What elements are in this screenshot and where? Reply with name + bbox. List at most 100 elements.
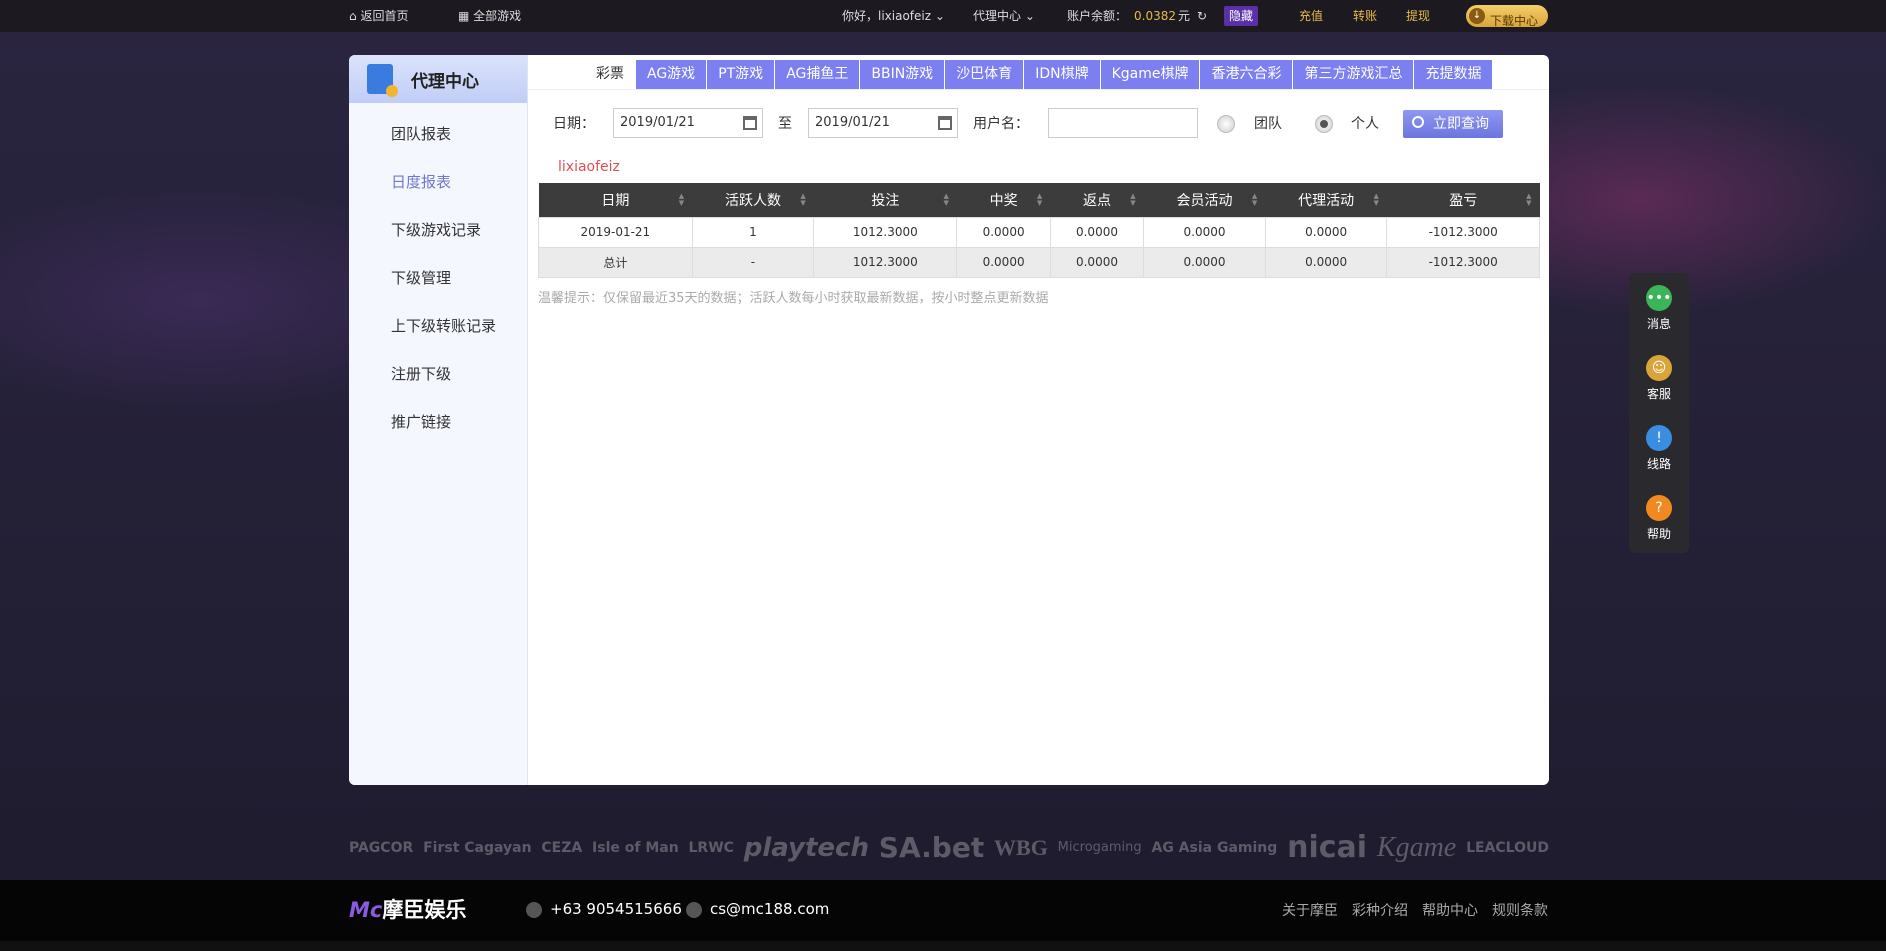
team-radio[interactable] [1217, 115, 1235, 133]
column-header-agent-activity[interactable]: 代理活动 ▲ ▼ [1265, 183, 1387, 217]
help-icon: ? [1646, 495, 1672, 521]
calendar-icon[interactable] [743, 116, 757, 130]
column-header-win[interactable]: 中奖 ▲ ▼ [956, 183, 1051, 217]
deposit-link[interactable]: 充值 [1299, 0, 1323, 32]
headset-icon: ☺ [1646, 355, 1672, 381]
hide-balance-button[interactable]: 隐藏 [1224, 6, 1259, 26]
end-date-input[interactable]: 2019/01/21 [808, 108, 958, 138]
column-header-date[interactable]: 日期 ▲ ▼ [538, 183, 693, 217]
sort-icon: ▲ ▼ [943, 192, 949, 207]
balance-value: 0.0382 [1134, 9, 1176, 23]
sidebar-item-daily-report[interactable]: 日度报表 [349, 158, 527, 206]
sidebar-header: 代理中心 [349, 55, 527, 103]
refresh-icon[interactable]: ↻ [1197, 0, 1207, 32]
username-label: 用户名： [973, 116, 1029, 132]
mail-icon [686, 902, 702, 918]
partner-logo: Isle of Man [592, 839, 679, 856]
table-total-row: 总计 -1012.3000 0.0000 0.0000 0.0000 0.0000 -101… [538, 246, 1540, 278]
agent-icon [367, 64, 398, 97]
tab-divider [528, 89, 1549, 90]
username-input[interactable] [1048, 108, 1198, 138]
withdraw-link[interactable]: 提现 [1406, 0, 1430, 32]
column-header-bet[interactable]: 投注 ▲ ▼ [813, 183, 957, 217]
sidebar-item-sub-game-records[interactable]: 下级游戏记录 [349, 206, 527, 254]
footer-link-terms[interactable]: 规则条款 [1492, 900, 1548, 920]
column-header-rebate[interactable]: 返点 ▲ ▼ [1050, 183, 1144, 217]
sort-icon: ▲ ▼ [1036, 192, 1043, 207]
tab-third-party-summary[interactable]: 第三方游戏汇总 [1293, 60, 1415, 89]
footer-brand: Mc摩臣娱乐 [349, 898, 467, 922]
footer-email[interactable]: cs@mc188.com [686, 900, 829, 918]
footer-bottom-strip [0, 941, 1886, 951]
partner-logo: AG Asia Gaming [1151, 839, 1278, 856]
tab-deposit-withdraw-data[interactable]: 充提数据 [1414, 60, 1494, 89]
all-games-link[interactable]: ▦ 全部游戏 [458, 0, 521, 32]
sidebar: 代理中心 团队报表 日度报表 下级游戏记录 下级管理 上下级转账记录 注册下级 … [349, 55, 528, 785]
column-header-active-users[interactable]: 活跃人数 ▲ ▼ [692, 183, 814, 217]
chat-icon: ••• [1646, 285, 1672, 311]
partner-logo: First Cagayan [423, 839, 532, 856]
tab-idn[interactable]: IDN棋牌 [1024, 60, 1101, 89]
current-username: lixiaofeiz [558, 159, 620, 175]
sort-icon: ▲ ▼ [1373, 192, 1379, 207]
sort-icon: ▲ ▼ [1526, 192, 1532, 207]
partner-logo: WBG [994, 834, 1048, 860]
footer-links: 关于摩臣 彩种介绍 帮助中心 规则条款 [1282, 900, 1548, 920]
column-header-profit-loss[interactable]: 盈亏 ▲ ▼ [1386, 183, 1540, 217]
sort-icon: ▲ ▼ [800, 192, 806, 207]
personal-label: 个人 [1351, 116, 1379, 132]
partner-logo: Kgame [1376, 831, 1457, 863]
sidebar-item-promo-link[interactable]: 推广链接 [349, 398, 527, 446]
column-header-member-activity[interactable]: 会员活动 ▲ ▼ [1143, 183, 1266, 217]
customer-service-button[interactable]: ☺ 客服 [1629, 343, 1689, 413]
home-link[interactable]: ⌂ 返回首页 [349, 0, 408, 32]
partner-logo: playtech [743, 832, 869, 863]
partner-logo: CEZA [541, 839, 583, 856]
tab-ag-fishing[interactable]: AG捕鱼王 [775, 60, 861, 89]
sidebar-item-register-sub[interactable]: 注册下级 [349, 350, 527, 398]
partner-logo: LEACLOUD [1466, 839, 1549, 856]
sidebar-item-sub-management[interactable]: 下级管理 [349, 254, 527, 302]
query-button[interactable]: 立即查询 [1403, 110, 1503, 138]
download-center-button[interactable]: ↓ 下载中心 [1466, 5, 1549, 28]
partner-logos: PAGCOR First Cagayan CEZA Isle of Man LR… [349, 820, 1549, 875]
tab-ag[interactable]: AG游戏 [636, 60, 708, 89]
daily-report-table: 日期 ▲ ▼ 活跃人数 ▲ ▼ 投注 ▲ ▼ 中奖 ▲ ▼ 返点 ▲ ▼ 会员活动 ▲ ▼ 代理活动 ▲ ▼… [538, 183, 1540, 278]
tab-saba-sports[interactable]: 沙巴体育 [945, 60, 1025, 89]
footer: Mc摩臣娱乐 +63 9054515666 cs@mc188.com 关于摩臣 … [0, 880, 1886, 941]
tab-hk-mark-six[interactable]: 香港六合彩 [1200, 60, 1294, 89]
team-label: 团队 [1254, 116, 1282, 132]
sidebar-item-team-report[interactable]: 团队报表 [349, 110, 527, 158]
agent-panel: 代理中心 团队报表 日度报表 下级游戏记录 下级管理 上下级转账记录 注册下级 … [349, 55, 1549, 785]
tab-pt[interactable]: PT游戏 [707, 60, 776, 89]
help-button[interactable]: ? 帮助 [1629, 483, 1689, 553]
search-icon [1412, 116, 1424, 128]
messages-button[interactable]: ••• 消息 [1629, 273, 1689, 343]
floating-toolbar: ••• 消息 ☺ 客服 ! 线路 ? 帮助 [1629, 273, 1689, 553]
start-date-input[interactable]: 2019/01/21 [613, 108, 763, 138]
hint-text: 温馨提示：仅保留最近35天的数据；活跃人数每小时获取最新数据，按小时整点更新数据 [538, 291, 1049, 306]
calendar-icon[interactable] [938, 116, 952, 130]
sidebar-item-transfer-records[interactable]: 上下级转账记录 [349, 302, 527, 350]
partner-logo: PAGCOR [349, 839, 414, 856]
partner-logo: Microgaming [1057, 840, 1142, 855]
footer-link-lottery-types[interactable]: 彩种介绍 [1352, 900, 1408, 920]
user-menu[interactable]: 你好，lixiaofeiz ⌄ [842, 0, 945, 32]
gauge-icon: ! [1646, 425, 1672, 451]
agent-center-menu[interactable]: 代理中心 ⌄ [973, 0, 1035, 32]
tab-bbin[interactable]: BBIN游戏 [860, 60, 946, 89]
partner-logo: nicai [1287, 830, 1368, 865]
currency: 元 [1178, 9, 1191, 23]
tab-lottery[interactable]: 彩票 [585, 60, 636, 89]
tab-kgame[interactable]: Kgame棋牌 [1100, 60, 1201, 89]
routes-button[interactable]: ! 线路 [1629, 413, 1689, 483]
transfer-link[interactable]: 转账 [1353, 0, 1377, 32]
date-label: 日期： [553, 116, 595, 132]
personal-radio[interactable] [1315, 115, 1333, 133]
sort-icon: ▲ ▼ [1251, 192, 1258, 207]
phone-icon [526, 902, 542, 918]
footer-link-about[interactable]: 关于摩臣 [1282, 900, 1338, 920]
footer-phone: +63 9054515666 [526, 900, 682, 918]
footer-link-help[interactable]: 帮助中心 [1422, 900, 1478, 920]
partner-logo: SA.bet [878, 831, 985, 864]
